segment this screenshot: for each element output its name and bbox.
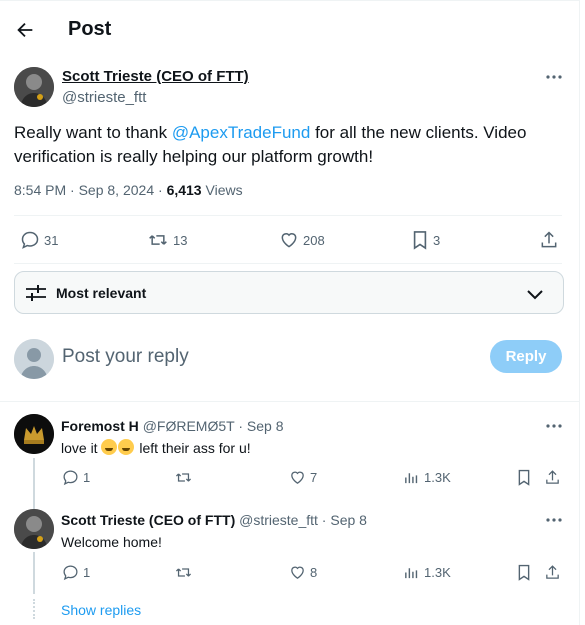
views-count: 1.3K <box>424 470 451 485</box>
reply-author-name[interactable]: Foremost H <box>61 418 139 434</box>
reply-count: 31 <box>44 232 59 248</box>
bookmark-icon <box>411 230 429 250</box>
post-date[interactable]: Sep 8, 2024 <box>79 182 155 198</box>
chevron-down-icon <box>525 284 545 304</box>
reply-icon <box>62 469 79 486</box>
bookmark-action[interactable] <box>516 564 532 581</box>
heart-icon <box>279 230 299 250</box>
reply-avatar-2[interactable] <box>14 509 54 549</box>
views-action[interactable]: 1.3K <box>403 469 451 486</box>
analytics-icon <box>403 469 420 486</box>
share-icon <box>539 230 559 250</box>
repost-count: 13 <box>173 232 188 248</box>
views-label: Views <box>205 182 243 198</box>
reply-action[interactable]: 1 <box>62 564 90 581</box>
reply-icon <box>20 230 40 250</box>
divider <box>0 401 580 402</box>
more-options-icon[interactable] <box>544 512 564 528</box>
bookmark-icon <box>516 564 532 581</box>
back-arrow-icon[interactable] <box>14 19 36 41</box>
author-handle[interactable]: @strieste_ftt <box>62 89 146 106</box>
heart-icon <box>289 469 306 486</box>
sort-label: Most relevant <box>56 285 147 301</box>
rofl-emoji <box>118 439 135 455</box>
reply-header-2: Scott Trieste (CEO of FTT) @strieste_ftt… <box>61 512 367 528</box>
page-title: Post <box>68 18 112 40</box>
share-action[interactable] <box>544 469 561 486</box>
reply-date[interactable]: Sep 8 <box>330 512 367 528</box>
thread-dots <box>33 599 35 619</box>
like-action[interactable]: 7 <box>289 469 317 486</box>
author-avatar[interactable] <box>14 67 54 107</box>
bookmark-action[interactable] <box>516 469 532 486</box>
reply-header-1: Foremost H @FØREMØ5T · Sep 8 <box>61 418 284 434</box>
reply-button[interactable]: Reply <box>490 340 562 373</box>
repost-action[interactable] <box>174 469 193 486</box>
repost-action[interactable] <box>174 564 193 581</box>
author-name[interactable]: Scott Trieste (CEO of FTT) <box>62 68 249 85</box>
reply-author-handle[interactable]: @FØREMØ5T <box>143 418 235 434</box>
like-action[interactable]: 8 <box>289 564 317 581</box>
post-meta: 8:54 PM · Sep 8, 2024 · 6,413 Views <box>14 182 243 198</box>
bookmark-icon <box>516 469 532 486</box>
views-count: 6,413 <box>166 182 202 198</box>
repost-icon <box>147 230 169 250</box>
analytics-icon <box>403 564 420 581</box>
reply-icon <box>62 564 79 581</box>
reply-date[interactable]: Sep 8 <box>247 418 284 434</box>
share-action[interactable] <box>544 564 561 581</box>
views-action[interactable]: 1.3K <box>403 564 451 581</box>
divider <box>14 263 562 264</box>
reply-text-1: love it left their ass for u! <box>61 439 251 456</box>
more-options-icon[interactable] <box>544 418 564 434</box>
repost-icon <box>174 469 193 486</box>
reply-author-handle[interactable]: @strieste_ftt <box>239 512 318 528</box>
reply-count: 1 <box>83 470 91 485</box>
views-count: 1.3K <box>424 565 451 580</box>
divider <box>14 215 562 216</box>
post-text: Really want to thank @ApexTradeFund for … <box>14 121 554 169</box>
heart-icon <box>289 564 306 581</box>
repost-icon <box>174 564 193 581</box>
sliders-icon <box>25 283 47 303</box>
like-action[interactable]: 208 <box>279 229 325 251</box>
reply-action[interactable]: 1 <box>62 469 90 486</box>
bookmark-count: 3 <box>433 232 441 248</box>
rofl-emoji <box>101 439 118 455</box>
reply-text-2: Welcome home! <box>61 534 162 550</box>
thread-line <box>33 552 35 594</box>
reply-avatar-1[interactable] <box>14 414 54 454</box>
thread-line <box>33 458 35 513</box>
user-avatar[interactable] <box>14 339 54 379</box>
post-page: Post Scott Trieste (CEO of FTT) @striest… <box>0 0 580 625</box>
show-replies-link[interactable]: Show replies <box>61 602 141 618</box>
post-time[interactable]: 8:54 PM <box>14 182 66 198</box>
more-options-icon[interactable] <box>544 69 564 85</box>
share-icon <box>544 564 561 581</box>
reply-action[interactable]: 31 <box>20 229 58 251</box>
repost-action[interactable]: 13 <box>147 229 187 251</box>
like-count: 7 <box>310 470 318 485</box>
like-count: 8 <box>310 565 318 580</box>
sort-dropdown[interactable]: Most relevant <box>14 271 564 314</box>
reply-input[interactable]: Post your reply <box>62 346 189 368</box>
post-text-before: Really want to thank <box>14 123 172 142</box>
reply-text-after: left their ass for u! <box>135 440 251 456</box>
like-count: 208 <box>303 232 325 248</box>
bookmark-action[interactable]: 3 <box>411 229 440 251</box>
reply-author-name[interactable]: Scott Trieste (CEO of FTT) <box>61 512 235 528</box>
reply-text-before: love it <box>61 440 102 456</box>
share-action[interactable] <box>539 229 559 251</box>
mention-link[interactable]: @ApexTradeFund <box>172 123 311 142</box>
share-icon <box>544 469 561 486</box>
reply-count: 1 <box>83 565 91 580</box>
